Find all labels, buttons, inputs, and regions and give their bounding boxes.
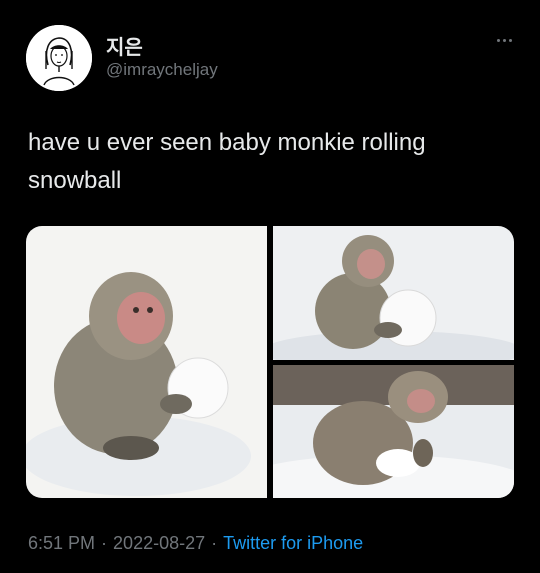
more-options-icon[interactable]	[492, 32, 516, 48]
media-grid	[26, 226, 514, 498]
photo-2[interactable]	[273, 226, 514, 360]
monkey-snowball-image	[26, 226, 267, 498]
author-avatar[interactable]	[26, 25, 92, 91]
separator: ·	[101, 533, 108, 553]
photo-3[interactable]	[273, 365, 514, 498]
tweet-date[interactable]: 2022-08-27	[113, 533, 205, 553]
dot	[502, 38, 506, 42]
tweet-meta: 6:51 PM · 2022-08-27 · Twitter for iPhone	[28, 533, 363, 554]
author-display-name[interactable]: 지은	[106, 31, 143, 60]
photo-1[interactable]	[26, 226, 267, 498]
dot	[508, 38, 512, 42]
tweet-text: have u ever seen baby monkie rolling sno…	[28, 129, 426, 194]
tweet-source-link[interactable]: Twitter for iPhone	[223, 533, 363, 553]
monkey-snowball-image	[273, 365, 514, 498]
author-handle[interactable]: @imraycheljay	[106, 60, 218, 80]
tweet-time[interactable]: 6:51 PM	[28, 533, 95, 553]
avatar-sketch-icon	[26, 25, 92, 91]
monkey-snowball-image	[273, 226, 514, 360]
separator: ·	[211, 533, 218, 553]
dot	[496, 38, 500, 42]
